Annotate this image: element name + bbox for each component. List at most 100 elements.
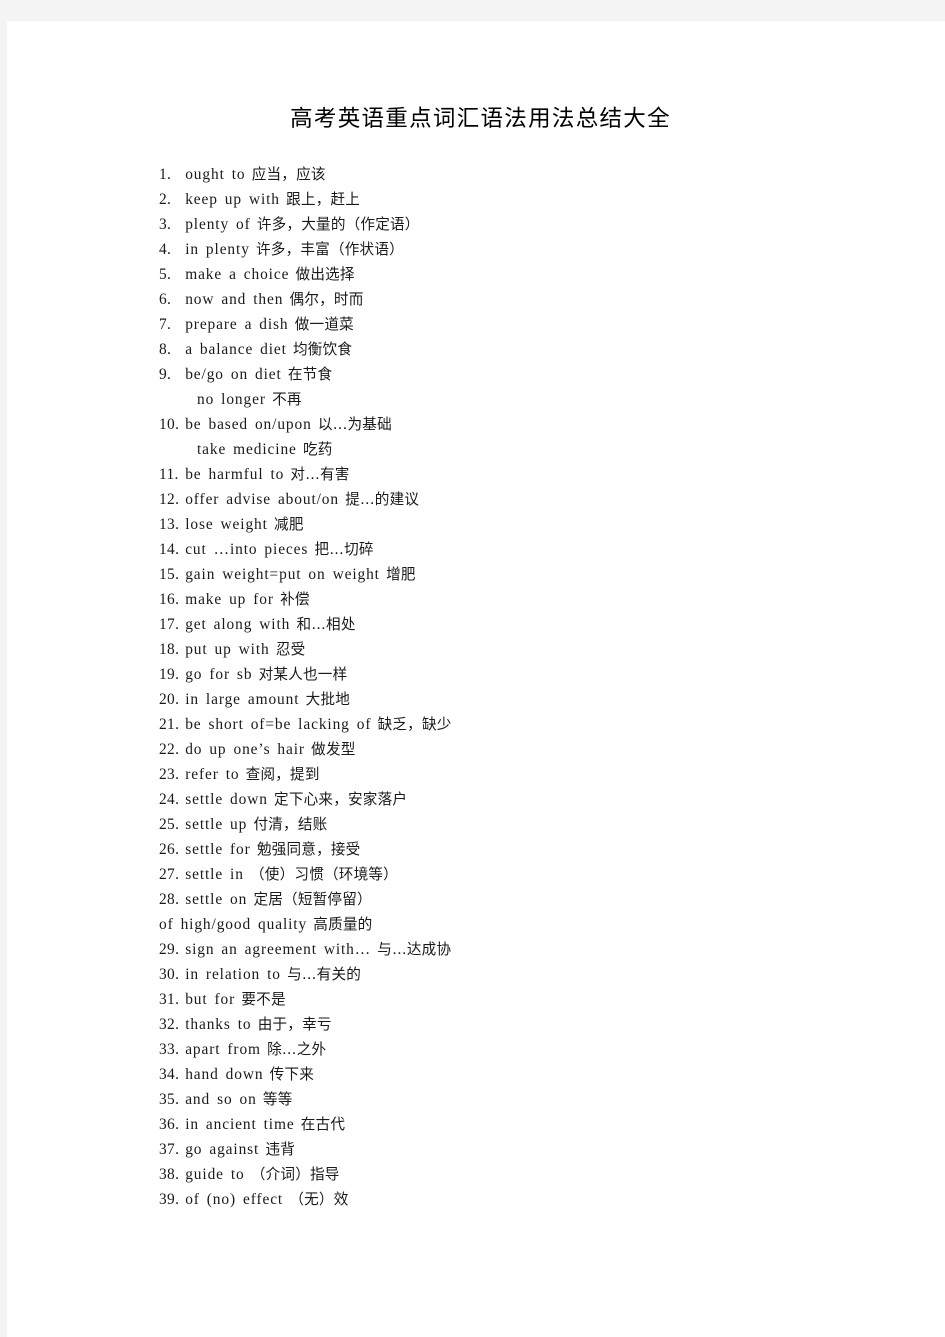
- vocabulary-entry: 3. plenty of 许多，大量的（作定语）: [152, 212, 932, 237]
- page-title: 高考英语重点词汇语法用法总结大全: [290, 106, 671, 132]
- vocabulary-entry: 17. get along with 和…相处: [152, 612, 932, 637]
- vocabulary-entry: 1. ought to 应当，应该: [152, 162, 932, 187]
- entry-chinese-gloss: 许多，丰富（作状语）: [256, 241, 404, 258]
- entry-number: 7.: [159, 316, 172, 333]
- vocabulary-entry: 10. be based on/upon 以…为基础: [152, 412, 932, 437]
- entry-english-term: settle up: [185, 816, 248, 833]
- vocabulary-entry: 6. now and then 偶尔，时而: [152, 287, 932, 312]
- entry-number: 3.: [159, 216, 172, 233]
- entry-english-term: in ancient time: [185, 1116, 295, 1133]
- entry-chinese-gloss: 减肥: [274, 516, 304, 533]
- vocabulary-entry: 24. settle down 定下心来，安家落户: [152, 787, 932, 812]
- entry-chinese-gloss: 传下来: [269, 1066, 315, 1083]
- entry-number: 12.: [159, 491, 180, 508]
- entry-number: 37.: [159, 1141, 180, 1158]
- entry-number: 1.: [159, 166, 172, 183]
- vocabulary-entry: take medicine 吃药: [152, 437, 932, 462]
- vocabulary-entry: 5. make a choice 做出选择: [152, 262, 932, 287]
- entry-chinese-gloss: 提…的建议: [345, 491, 420, 508]
- vocabulary-entry: 37. go against 违背: [152, 1137, 932, 1162]
- vocabulary-entry: of high/good quality 高质量的: [152, 912, 932, 937]
- entry-chinese-gloss: 在古代: [300, 1116, 346, 1133]
- entry-chinese-gloss: 忍受: [275, 641, 306, 658]
- entry-number: 4.: [159, 241, 172, 258]
- entry-english-term: prepare a dish: [185, 316, 289, 333]
- entry-chinese-gloss: 与…有关的: [287, 966, 362, 983]
- entry-number: 21.: [159, 716, 180, 733]
- vocabulary-entry: 29. sign an agreement with… 与…达成协: [152, 937, 932, 962]
- entry-english-term: now and then: [185, 291, 284, 308]
- entry-english-term: settle for: [185, 841, 251, 858]
- entry-chinese-gloss: 和…相处: [296, 616, 356, 633]
- entry-chinese-gloss: 偶尔，时而: [289, 291, 364, 308]
- entry-number: 27.: [159, 866, 180, 883]
- entry-english-term: of (no) effect: [185, 1191, 284, 1208]
- vocabulary-entry: 36. in ancient time 在古代: [152, 1112, 932, 1137]
- entry-english-term: go against: [185, 1141, 260, 1158]
- entry-chinese-gloss: 由于，幸亏: [257, 1016, 332, 1033]
- entry-chinese-gloss: 定下心来，安家落户: [274, 791, 408, 808]
- entry-chinese-gloss: 等等: [262, 1091, 293, 1108]
- entry-english-term: in large amount: [185, 691, 300, 708]
- vocabulary-entry: 26. settle for 勉强同意，接受: [152, 837, 932, 862]
- entry-number: 30.: [159, 966, 180, 983]
- entry-number: 9.: [159, 366, 172, 383]
- vocabulary-entry: 7. prepare a dish 做一道菜: [152, 312, 932, 337]
- vocabulary-entry: 34. hand down 传下来: [152, 1062, 932, 1087]
- vocabulary-entry: 16. make up for 补偿: [152, 587, 932, 612]
- entry-english-term: settle on: [185, 891, 248, 908]
- entry-english-term: put up with: [185, 641, 270, 658]
- vocabulary-entry: 9. be/go on diet 在节食: [152, 362, 932, 387]
- vocabulary-entry: no longer 不再: [152, 387, 932, 412]
- entry-number: 23.: [159, 766, 180, 783]
- entry-english-term: of high/good quality: [159, 916, 308, 933]
- entry-english-term: go for sb: [185, 666, 253, 683]
- vocabulary-entry: 38. guide to （介词）指导: [152, 1162, 932, 1187]
- entry-chinese-gloss: 做出选择: [295, 266, 355, 283]
- entry-chinese-gloss: 应当，应该: [251, 166, 326, 183]
- entry-number: 6.: [159, 291, 172, 308]
- vocabulary-entry: 28. settle on 定居（短暂停留）: [152, 887, 932, 912]
- entry-english-term: ought to: [185, 166, 246, 183]
- entry-english-term: apart from: [185, 1041, 261, 1058]
- vocabulary-entry: 4. in plenty 许多，丰富（作状语）: [152, 237, 932, 262]
- entry-number: 26.: [159, 841, 180, 858]
- entry-number: 38.: [159, 1166, 180, 1183]
- entry-chinese-gloss: 对…有害: [290, 466, 350, 483]
- entry-english-term: make up for: [185, 591, 274, 608]
- vocabulary-entry: 31. but for 要不是: [152, 987, 932, 1012]
- entry-chinese-gloss: （介词）指导: [250, 1166, 340, 1183]
- entry-english-term: sign an agreement with…: [185, 941, 372, 958]
- entry-english-term: hand down: [185, 1066, 264, 1083]
- entry-chinese-gloss: 在节食: [287, 366, 333, 383]
- entry-english-term: in relation to: [185, 966, 281, 983]
- entry-number: 39.: [159, 1191, 180, 1208]
- entry-english-term: and so on: [185, 1091, 257, 1108]
- entry-english-term: guide to: [185, 1166, 245, 1183]
- entry-english-term: a balance diet: [185, 341, 287, 358]
- entry-number: 18.: [159, 641, 180, 658]
- entry-chinese-gloss: 不再: [272, 391, 302, 408]
- vocabulary-entry: 12. offer advise about/on 提…的建议: [152, 487, 932, 512]
- entry-number: 34.: [159, 1066, 180, 1083]
- entry-chinese-gloss: 勉强同意，接受: [256, 841, 361, 858]
- vocabulary-entry: 25. settle up 付清，结账: [152, 812, 932, 837]
- vocabulary-entry: 20. in large amount 大批地: [152, 687, 932, 712]
- entry-number: 15.: [159, 566, 180, 583]
- vocabulary-entry: 2. keep up with 跟上，赶上: [152, 187, 932, 212]
- entry-number: 16.: [159, 591, 180, 608]
- vocabulary-entry: 39. of (no) effect （无）效: [152, 1187, 932, 1212]
- entry-number: 20.: [159, 691, 180, 708]
- vocabulary-entry: 13. lose weight 减肥: [152, 512, 932, 537]
- entry-number: 13.: [159, 516, 180, 533]
- entry-number: 14.: [159, 541, 180, 558]
- entry-number: 17.: [159, 616, 180, 633]
- entry-english-term: be based on/upon: [185, 416, 312, 433]
- entry-english-term: be short of=be lacking of: [185, 716, 372, 733]
- entry-number: 10.: [159, 416, 180, 433]
- entry-chinese-gloss: 跟上，赶上: [286, 191, 361, 208]
- entry-number: 31.: [159, 991, 180, 1008]
- vocabulary-entry: 30. in relation to 与…有关的: [152, 962, 932, 987]
- entry-english-term: get along with: [185, 616, 291, 633]
- vocabulary-entry: 8. a balance diet 均衡饮食: [152, 337, 932, 362]
